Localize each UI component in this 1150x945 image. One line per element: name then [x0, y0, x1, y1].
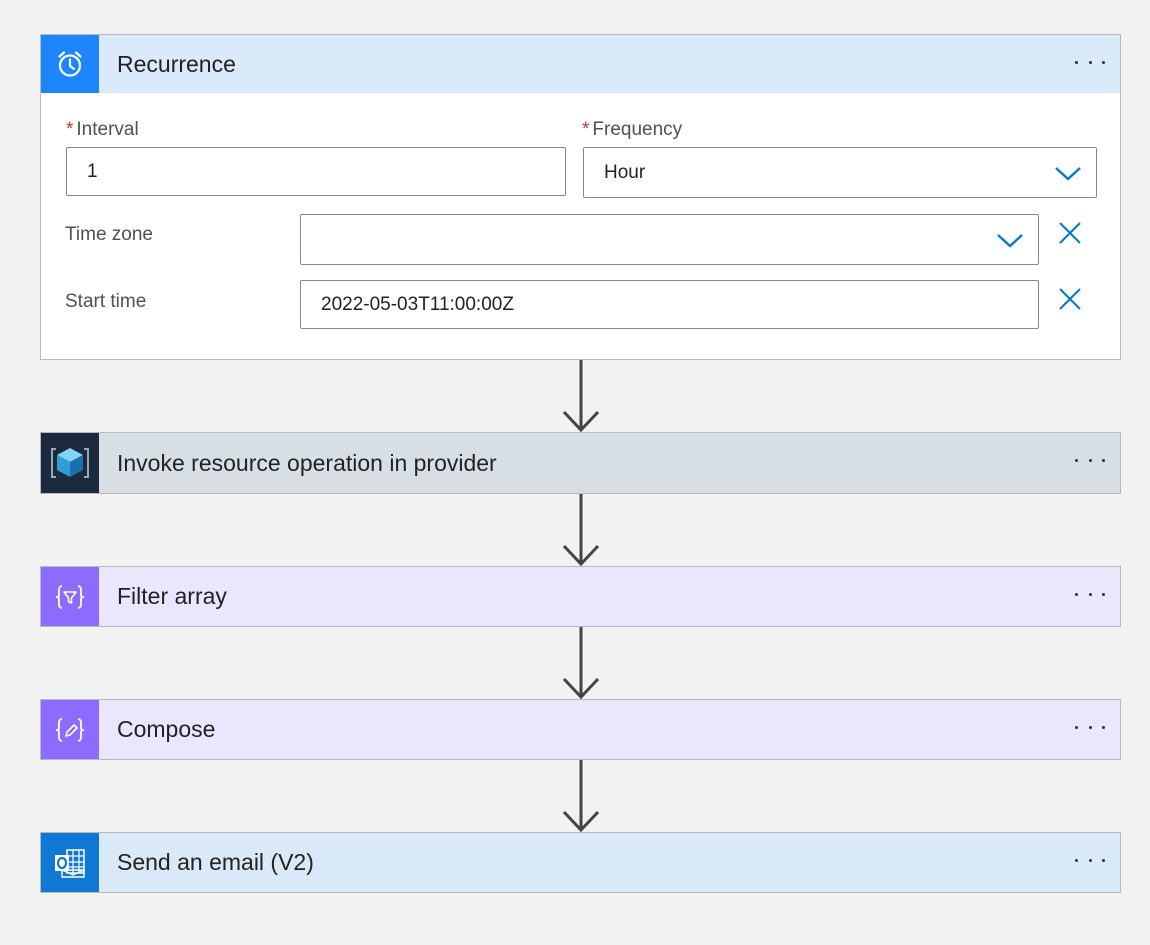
- card-title: Invoke resource operation in provider: [117, 449, 497, 476]
- send-email-card: Send an email (V2): [40, 832, 1121, 893]
- step-header[interactable]: Filter array: [41, 567, 1120, 626]
- starttime-value: 2022-05-03T11:00:00Z: [321, 293, 514, 315]
- recurrence-header[interactable]: Recurrence: [41, 35, 1120, 93]
- flow-arrow: [562, 494, 600, 566]
- interval-input[interactable]: 1: [66, 147, 566, 196]
- close-icon: [1059, 288, 1081, 310]
- step-header[interactable]: Send an email (V2): [41, 833, 1120, 892]
- alarm-clock-icon: [41, 35, 99, 93]
- flow-arrow: [562, 760, 600, 832]
- clear-timezone-button[interactable]: [1056, 219, 1084, 247]
- compose-card: Compose: [40, 699, 1121, 760]
- flow-arrow: [562, 627, 600, 699]
- frequency-value: Hour: [604, 161, 646, 183]
- timezone-dropdown[interactable]: [300, 214, 1039, 265]
- more-options-button[interactable]: [1075, 50, 1105, 74]
- card-title: Send an email (V2): [117, 849, 314, 875]
- invoke-resource-card: Invoke resource operation in provider: [40, 432, 1121, 494]
- card-title: Compose: [117, 716, 216, 742]
- starttime-input[interactable]: 2022-05-03T11:00:00Z: [300, 280, 1039, 329]
- card-title: Filter array: [117, 583, 227, 609]
- clear-starttime-button[interactable]: [1056, 285, 1084, 313]
- flow-arrow: [562, 360, 600, 432]
- frequency-label: * Frequency: [582, 119, 683, 140]
- filter-array-icon: [41, 567, 99, 626]
- step-header[interactable]: Compose: [41, 700, 1120, 759]
- recurrence-card: Recurrence * Interval 1 * Frequency Hour T…: [40, 34, 1121, 360]
- compose-icon: [41, 700, 99, 759]
- outlook-icon: [41, 833, 99, 892]
- more-options-button[interactable]: [1075, 848, 1105, 872]
- required-marker: *: [66, 119, 74, 140]
- card-title: Recurrence: [117, 50, 236, 77]
- more-options-button[interactable]: [1075, 715, 1105, 739]
- starttime-label: Start time: [65, 291, 147, 312]
- chevron-down-icon: [997, 233, 1023, 248]
- required-marker: *: [582, 119, 590, 140]
- close-icon: [1059, 222, 1081, 244]
- chevron-down-icon: [1055, 166, 1081, 181]
- timezone-label: Time zone: [65, 224, 153, 245]
- filter-array-card: Filter array: [40, 566, 1121, 627]
- step-header[interactable]: Invoke resource operation in provider: [41, 433, 1120, 493]
- azure-cube-icon: [41, 433, 99, 493]
- more-options-button[interactable]: [1075, 582, 1105, 606]
- interval-value: 1: [87, 160, 98, 182]
- more-options-button[interactable]: [1075, 448, 1105, 472]
- frequency-dropdown[interactable]: Hour: [583, 147, 1097, 198]
- interval-label: * Interval: [66, 119, 139, 140]
